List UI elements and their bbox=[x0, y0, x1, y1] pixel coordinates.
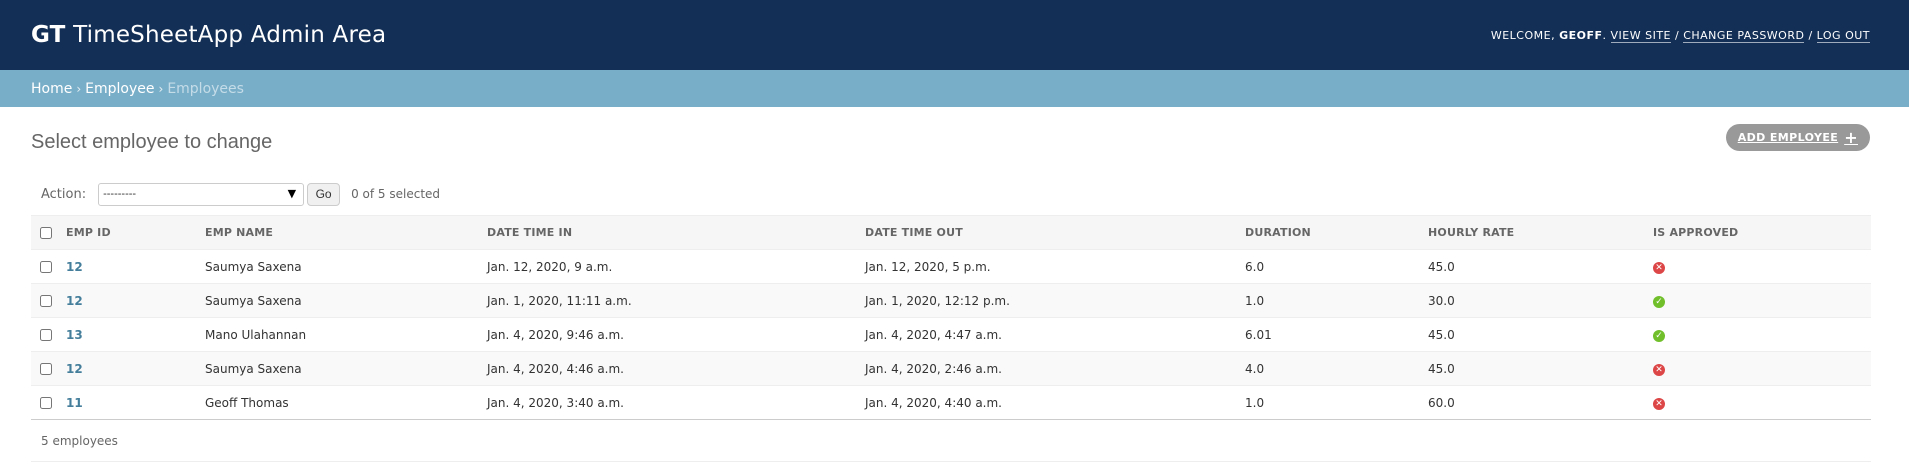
brand-title: TimeSheetApp Admin Area bbox=[73, 22, 387, 48]
date-time-out-cell: Jan. 12, 2020, 5 p.m. bbox=[865, 259, 991, 274]
row-select-cell bbox=[31, 250, 66, 284]
site-branding[interactable]: GT TimeSheetApp Admin Area bbox=[31, 22, 386, 48]
go-button[interactable]: Go bbox=[307, 182, 341, 206]
emp-id-cell: 11 bbox=[66, 386, 205, 420]
emp-id-cell: 12 bbox=[66, 352, 205, 386]
row-select-checkbox[interactable] bbox=[40, 295, 52, 307]
view-site-link[interactable]: VIEW SITE bbox=[1610, 28, 1671, 43]
table-body: 12 Saumya Saxena Jan. 12, 2020, 9 a.m. Jan.… bbox=[31, 250, 1871, 420]
is-approved-cell: ✓ bbox=[1653, 318, 1871, 352]
header-bar: GT TimeSheetApp Admin Area WELCOME, GEOF… bbox=[0, 0, 1909, 70]
user-tools: WELCOME, GEOFF. VIEW SITE / CHANGE PASSW… bbox=[1490, 28, 1870, 43]
results-table: EMP ID EMP NAME DATE TIME IN DATE TIME O… bbox=[31, 215, 1871, 420]
table-header: EMP ID EMP NAME DATE TIME IN DATE TIME O… bbox=[31, 215, 1871, 250]
column-header-date-time-in[interactable]: DATE TIME IN bbox=[487, 216, 865, 250]
action-select-wrap: --------- ▼ bbox=[98, 182, 305, 206]
date-time-in-cell: Jan. 1, 2020, 11:11 a.m. bbox=[487, 293, 632, 308]
emp-id-link[interactable]: 12 bbox=[66, 362, 83, 376]
is-approved-cell: ✓ bbox=[1653, 284, 1871, 318]
emp-name-cell: Saumya Saxena bbox=[205, 259, 302, 274]
column-header-is-approved[interactable]: IS APPROVED bbox=[1653, 216, 1871, 250]
approved-no-icon: ✕ bbox=[1653, 364, 1665, 377]
selection-counter: 0 of 5 selected bbox=[351, 187, 441, 201]
column-header-date-time-out[interactable]: DATE TIME OUT bbox=[865, 216, 1245, 250]
row-select-checkbox[interactable] bbox=[40, 261, 52, 273]
emp-id-link[interactable]: 12 bbox=[66, 260, 83, 274]
hourly-rate-cell: 45.0 bbox=[1428, 259, 1455, 274]
date-time-out-cell: Jan. 4, 2020, 4:40 a.m. bbox=[865, 395, 1002, 410]
approved-yes-icon: ✓ bbox=[1653, 330, 1665, 343]
emp-id-cell: 12 bbox=[66, 250, 205, 284]
welcome-text: WELCOME, bbox=[1490, 28, 1556, 42]
emp-name-cell: Saumya Saxena bbox=[205, 361, 302, 376]
row-select-checkbox[interactable] bbox=[40, 397, 52, 409]
duration-cell: 6.01 bbox=[1245, 327, 1272, 342]
table-row: 11 Geoff Thomas Jan. 4, 2020, 3:40 a.m. Jan… bbox=[31, 386, 1871, 420]
change-password-link[interactable]: CHANGE PASSWORD bbox=[1683, 28, 1805, 43]
hourly-rate-cell: 60.0 bbox=[1428, 395, 1455, 410]
row-select-checkbox[interactable] bbox=[40, 363, 52, 375]
emp-name-cell: Mano Ulahannan bbox=[205, 327, 307, 342]
breadcrumb: Home › Employee › Employees bbox=[0, 70, 1909, 107]
select-all-checkbox[interactable] bbox=[40, 227, 52, 239]
column-header-emp-name[interactable]: EMP NAME bbox=[205, 216, 487, 250]
is-approved-cell: ✕ bbox=[1653, 386, 1871, 420]
breadcrumb-separator: › bbox=[158, 81, 164, 96]
hourly-rate-cell: 45.0 bbox=[1428, 361, 1455, 376]
emp-id-link[interactable]: 13 bbox=[66, 328, 83, 342]
duration-cell: 1.0 bbox=[1245, 293, 1265, 308]
plus-icon: + bbox=[1844, 127, 1858, 147]
breadcrumb-employee[interactable]: Employee bbox=[85, 81, 154, 97]
emp-name-cell: Saumya Saxena bbox=[205, 293, 302, 308]
emp-id-cell: 12 bbox=[66, 284, 205, 318]
date-time-out-cell: Jan. 4, 2020, 4:47 a.m. bbox=[865, 327, 1002, 342]
breadcrumb-home[interactable]: Home bbox=[31, 81, 72, 97]
is-approved-cell: ✕ bbox=[1653, 352, 1871, 386]
table-row: 12 Saumya Saxena Jan. 4, 2020, 4:46 a.m. Ja… bbox=[31, 351, 1871, 386]
row-select-cell bbox=[31, 284, 66, 318]
date-time-out-cell: Jan. 4, 2020, 2:46 a.m. bbox=[865, 361, 1002, 376]
add-employee-label: ADD EMPLOYEE bbox=[1737, 131, 1839, 144]
breadcrumb-current: Employees bbox=[167, 80, 244, 97]
emp-id-cell: 13 bbox=[66, 318, 205, 352]
log-out-link[interactable]: LOG OUT bbox=[1816, 28, 1870, 43]
actions-bar: Action: --------- ▼ Go 0 of 5 selected bbox=[31, 176, 1871, 212]
row-select-cell bbox=[31, 352, 66, 386]
date-time-out-cell: Jan. 1, 2020, 12:12 p.m. bbox=[865, 293, 1010, 308]
approved-no-icon: ✕ bbox=[1653, 262, 1665, 275]
action-select[interactable]: --------- bbox=[98, 182, 305, 206]
table-row: 13 Mano Ulahannan Jan. 4, 2020, 9:46 a.m. J… bbox=[31, 318, 1871, 352]
date-time-in-cell: Jan. 4, 2020, 4:46 a.m. bbox=[487, 361, 624, 376]
emp-id-link[interactable]: 12 bbox=[66, 294, 83, 308]
paginator: 5 employees bbox=[31, 420, 1871, 462]
action-label: Action: bbox=[41, 186, 87, 202]
select-all-cell bbox=[31, 216, 66, 250]
emp-name-cell: Geoff Thomas bbox=[205, 395, 289, 410]
table-row: 12 Saumya Saxena Jan. 12, 2020, 9 a.m. Jan.… bbox=[31, 250, 1871, 284]
row-select-cell bbox=[31, 318, 66, 352]
approved-yes-icon: ✓ bbox=[1653, 296, 1665, 309]
date-time-in-cell: Jan. 12, 2020, 9 a.m. bbox=[487, 259, 613, 274]
username: GEOFF bbox=[1559, 28, 1603, 42]
date-time-in-cell: Jan. 4, 2020, 3:40 a.m. bbox=[487, 395, 624, 410]
approved-no-icon: ✕ bbox=[1653, 398, 1665, 411]
duration-cell: 6.0 bbox=[1245, 259, 1265, 274]
page-title: Select employee to change bbox=[31, 131, 273, 153]
brand-bold: GT bbox=[31, 22, 66, 48]
column-header-emp-id[interactable]: EMP ID bbox=[66, 216, 205, 250]
row-select-cell bbox=[31, 386, 66, 420]
row-select-checkbox[interactable] bbox=[40, 329, 52, 341]
emp-id-link[interactable]: 11 bbox=[66, 396, 83, 410]
column-header-duration[interactable]: DURATION bbox=[1245, 216, 1428, 250]
hourly-rate-cell: 45.0 bbox=[1428, 327, 1455, 342]
duration-cell: 1.0 bbox=[1245, 395, 1265, 410]
duration-cell: 4.0 bbox=[1245, 361, 1265, 376]
add-employee-button[interactable]: ADD EMPLOYEE + bbox=[1725, 124, 1870, 151]
table-row: 12 Saumya Saxena Jan. 1, 2020, 11:11 a.m. J… bbox=[31, 283, 1871, 318]
hourly-rate-cell: 30.0 bbox=[1428, 293, 1455, 308]
column-header-hourly-rate[interactable]: HOURLY RATE bbox=[1428, 216, 1653, 250]
breadcrumb-separator: › bbox=[76, 81, 82, 96]
date-time-in-cell: Jan. 4, 2020, 9:46 a.m. bbox=[487, 327, 624, 342]
is-approved-cell: ✕ bbox=[1653, 250, 1871, 284]
